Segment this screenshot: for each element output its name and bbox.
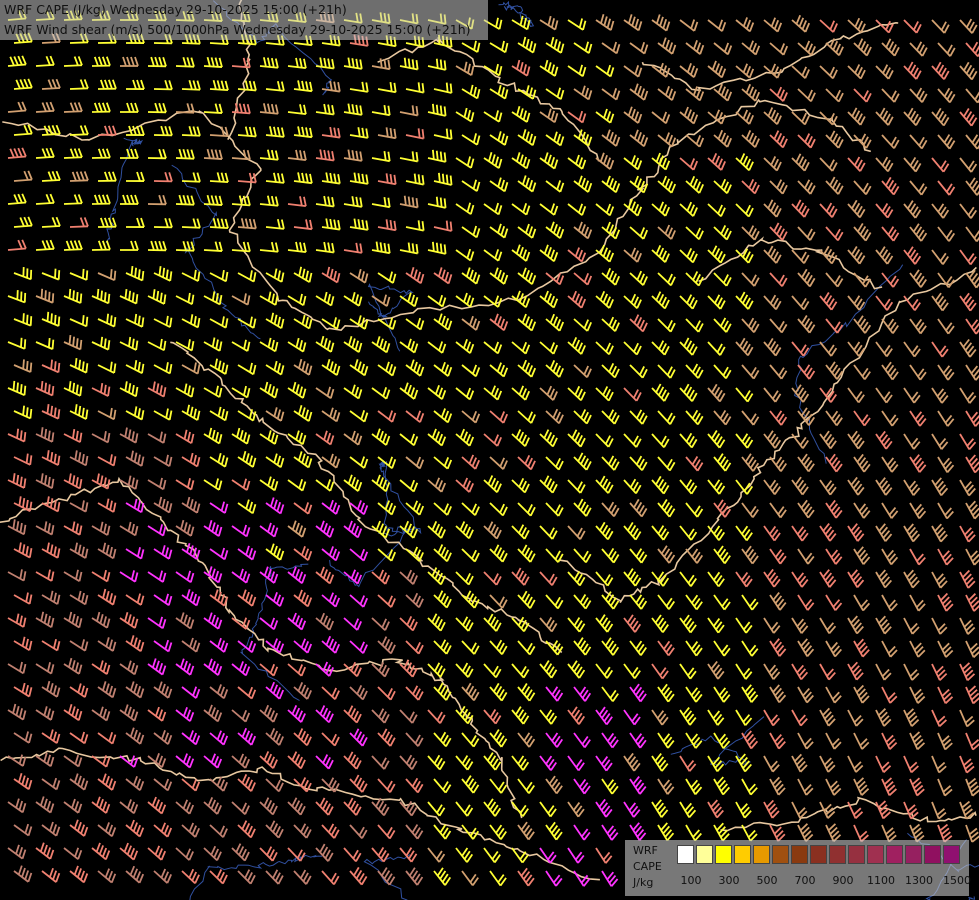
legend-tick-label: 100 <box>680 874 702 887</box>
legend-swatch <box>829 845 846 864</box>
legend-swatch <box>791 845 808 864</box>
legend-tick-label: 1300 <box>905 874 933 887</box>
title-line-shear: WRF Wind shear (m/s) 500/1000hPa Wednesd… <box>4 22 471 37</box>
title-line-cape: WRF CAPE (J/kg) Wednesday 29-10-2025 15:… <box>4 2 347 17</box>
legend-swatch <box>734 845 751 864</box>
legend-tick-label: 900 <box>832 874 854 887</box>
legend-swatch <box>848 845 865 864</box>
cape-legend: WRF CAPE J/kg 100 300 500 700 900 1100 1300 150… <box>625 840 972 896</box>
legend-unit-label: J/kg <box>633 876 654 889</box>
map-title: WRF CAPE (J/kg) Wednesday 29-10-2025 15:… <box>0 0 488 40</box>
legend-swatch <box>715 845 732 864</box>
legend-swatch <box>905 845 922 864</box>
legend-ticks: 100 300 500 700 900 1100 1300 1500 <box>677 874 972 888</box>
weather-map <box>0 0 979 900</box>
legend-swatch <box>696 845 713 864</box>
legend-tick-label: 700 <box>794 874 816 887</box>
legend-swatch <box>677 845 694 864</box>
legend-swatch <box>886 845 903 864</box>
legend-field-label: CAPE <box>633 860 662 873</box>
legend-tick-label: 1500 <box>943 874 971 887</box>
legend-model-label: WRF <box>633 844 658 857</box>
legend-swatches <box>677 845 962 864</box>
legend-swatch <box>943 845 960 864</box>
legend-swatch <box>810 845 827 864</box>
legend-swatch <box>924 845 941 864</box>
legend-tick-label: 1100 <box>867 874 895 887</box>
legend-swatch <box>753 845 770 864</box>
legend-swatch <box>867 845 884 864</box>
legend-tick-label: 500 <box>756 874 778 887</box>
legend-tick-label: 300 <box>718 874 740 887</box>
legend-swatch <box>772 845 789 864</box>
